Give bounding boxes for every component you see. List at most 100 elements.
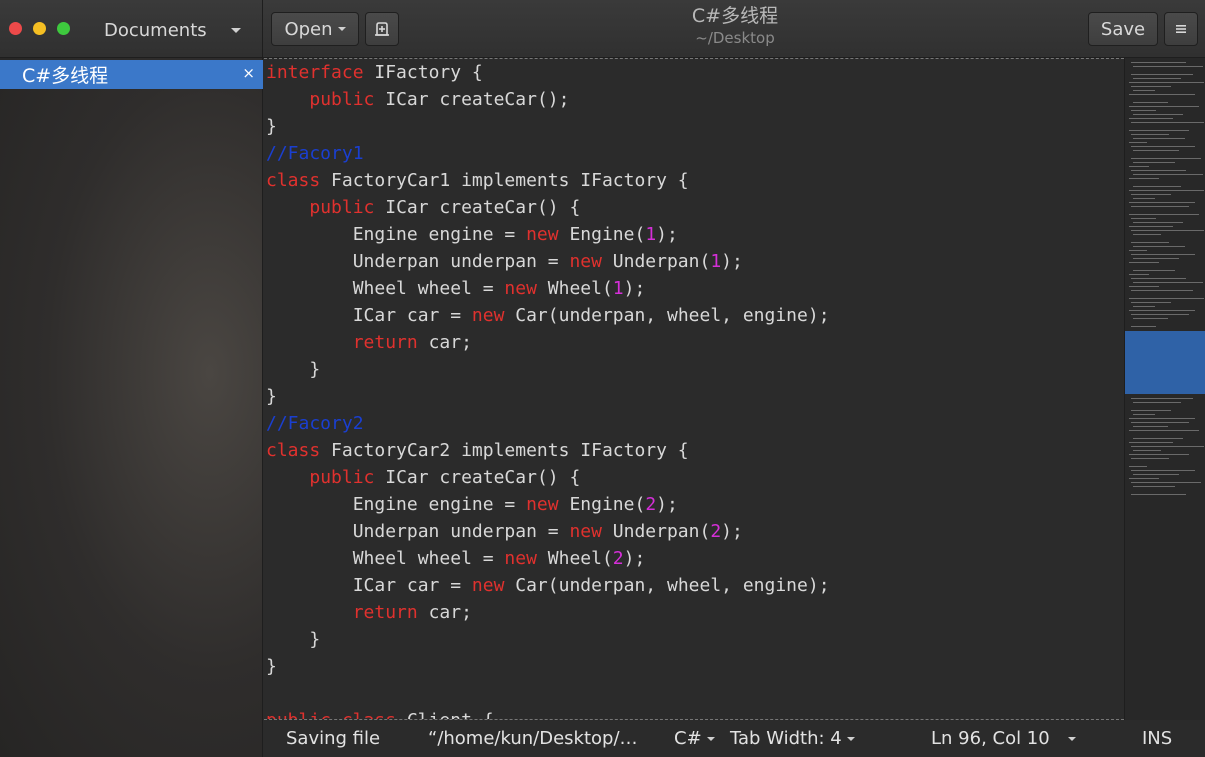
minimap-line: [1129, 454, 1189, 455]
minimap-line: [1131, 62, 1186, 63]
code-line[interactable]: ICar car = new Car(underpan, wheel, engi…: [266, 302, 1124, 329]
documents-menu-button[interactable]: Documents: [96, 14, 248, 46]
minimap-line: [1129, 286, 1159, 287]
window-title: C#多线程 ~/Desktop: [500, 4, 970, 48]
code-line[interactable]: Wheel wheel = new Wheel(2);: [266, 545, 1124, 572]
code-line[interactable]: Underpan underpan = new Underpan(1);: [266, 248, 1124, 275]
window-maximize-button[interactable]: [57, 22, 70, 35]
code-line[interactable]: }: [266, 383, 1124, 410]
minimap-line: [1133, 222, 1183, 223]
minimap-line: [1131, 170, 1186, 171]
document-list-item[interactable]: C#多线程 ×: [0, 60, 263, 89]
code-line[interactable]: return car;: [266, 329, 1124, 356]
minimap-line: [1133, 90, 1155, 91]
minimap-line: [1131, 446, 1204, 447]
minimap-line: [1133, 258, 1179, 259]
minimap-line: [1129, 202, 1195, 203]
new-tab-icon: [375, 22, 389, 36]
minimap-line: [1133, 150, 1179, 151]
documents-menu-label: Documents: [104, 19, 207, 41]
code-line[interactable]: //Facory1: [266, 140, 1124, 167]
hamburger-menu-icon: [1176, 25, 1186, 33]
minimap-line: [1129, 274, 1149, 275]
minimap-line: [1133, 198, 1155, 199]
code-line[interactable]: Underpan underpan = new Underpan(2);: [266, 518, 1124, 545]
code-line[interactable]: class FactoryCar1 implements IFactory {: [266, 167, 1124, 194]
minimap-line: [1131, 422, 1189, 423]
code-line[interactable]: Engine engine = new Engine(1);: [266, 221, 1124, 248]
new-tab-button[interactable]: [365, 12, 399, 46]
minimap[interactable]: [1124, 58, 1205, 720]
minimap-line: [1131, 494, 1186, 495]
code-line[interactable]: return car;: [266, 599, 1124, 626]
code-line[interactable]: //Facory2: [266, 410, 1124, 437]
chevron-down-icon: [231, 28, 241, 33]
minimap-line: [1129, 166, 1149, 167]
minimap-line: [1131, 230, 1204, 231]
open-button-label: Open: [284, 18, 333, 40]
status-file-path: “/home/kun/Desktop/…: [428, 728, 638, 749]
status-bar: Saving file “/home/kun/Desktop/… C# Tab …: [264, 720, 1205, 757]
save-button[interactable]: Save: [1088, 12, 1158, 46]
minimap-line: [1133, 318, 1168, 319]
minimap-line: [1131, 482, 1201, 483]
sidebar-header: Documents: [0, 0, 263, 58]
minimap-line: [1131, 278, 1186, 279]
code-line[interactable]: interface IFactory {: [266, 59, 1124, 86]
window-minimize-button[interactable]: [33, 22, 46, 35]
minimap-line: [1129, 178, 1159, 179]
code-line[interactable]: public ICar createCar() {: [266, 464, 1124, 491]
minimap-line: [1133, 78, 1181, 79]
code-line[interactable]: public class Client {: [266, 707, 1124, 719]
minimap-line: [1131, 218, 1156, 219]
code-text[interactable]: interface IFactory { public ICar createC…: [264, 59, 1124, 719]
minimap-line: [1133, 174, 1203, 175]
documents-sidebar: C#多线程 ×: [0, 58, 263, 757]
language-selector[interactable]: C#: [674, 728, 715, 749]
minimap-line: [1133, 282, 1203, 283]
code-line[interactable]: }: [266, 653, 1124, 680]
menu-button[interactable]: [1164, 12, 1198, 46]
code-line[interactable]: }: [266, 113, 1124, 140]
window-close-button[interactable]: [9, 22, 22, 35]
minimap-line: [1129, 262, 1159, 263]
minimap-line: [1131, 110, 1156, 111]
minimap-line: [1131, 290, 1193, 291]
minimap-line: [1131, 158, 1201, 159]
code-line[interactable]: }: [266, 626, 1124, 653]
minimap-line: [1133, 66, 1203, 67]
code-line[interactable]: public ICar createCar();: [266, 86, 1124, 113]
minimap-line: [1131, 302, 1171, 303]
tab-width-label: Tab Width: 4: [730, 728, 842, 749]
minimap-line: [1131, 134, 1169, 135]
code-line[interactable]: [266, 680, 1124, 707]
minimap-line: [1131, 398, 1193, 399]
language-label: C#: [674, 728, 702, 749]
cursor-position-selector[interactable]: Ln 96, Col 10: [931, 728, 1076, 749]
minimap-line: [1129, 94, 1195, 95]
code-line[interactable]: class FactoryCar2 implements IFactory {: [266, 437, 1124, 464]
close-document-icon[interactable]: ×: [242, 64, 255, 82]
document-list-item-label: C#多线程: [22, 65, 109, 87]
code-line[interactable]: Wheel wheel = new Wheel(1);: [266, 275, 1124, 302]
minimap-line: [1131, 206, 1189, 207]
code-line[interactable]: public ICar createCar() {: [266, 194, 1124, 221]
minimap-line: [1133, 138, 1185, 139]
open-button[interactable]: Open: [271, 12, 359, 46]
minimap-line: [1129, 310, 1195, 311]
code-line[interactable]: ICar car = new Car(underpan, wheel, engi…: [266, 572, 1124, 599]
code-editor[interactable]: interface IFactory { public ICar createC…: [264, 58, 1124, 720]
code-line[interactable]: Engine engine = new Engine(2);: [266, 491, 1124, 518]
minimap-viewport[interactable]: [1125, 331, 1205, 394]
insert-mode-indicator[interactable]: INS: [1142, 728, 1172, 749]
code-line[interactable]: }: [266, 356, 1124, 383]
minimap-line: [1129, 418, 1195, 419]
minimap-line: [1129, 298, 1204, 299]
minimap-line: [1133, 102, 1168, 103]
minimap-line: [1129, 250, 1147, 251]
tab-width-selector[interactable]: Tab Width: 4: [730, 728, 855, 749]
minimap-line: [1133, 306, 1155, 307]
minimap-line: [1133, 186, 1181, 187]
minimap-line: [1133, 426, 1168, 427]
minimap-line: [1129, 190, 1204, 191]
